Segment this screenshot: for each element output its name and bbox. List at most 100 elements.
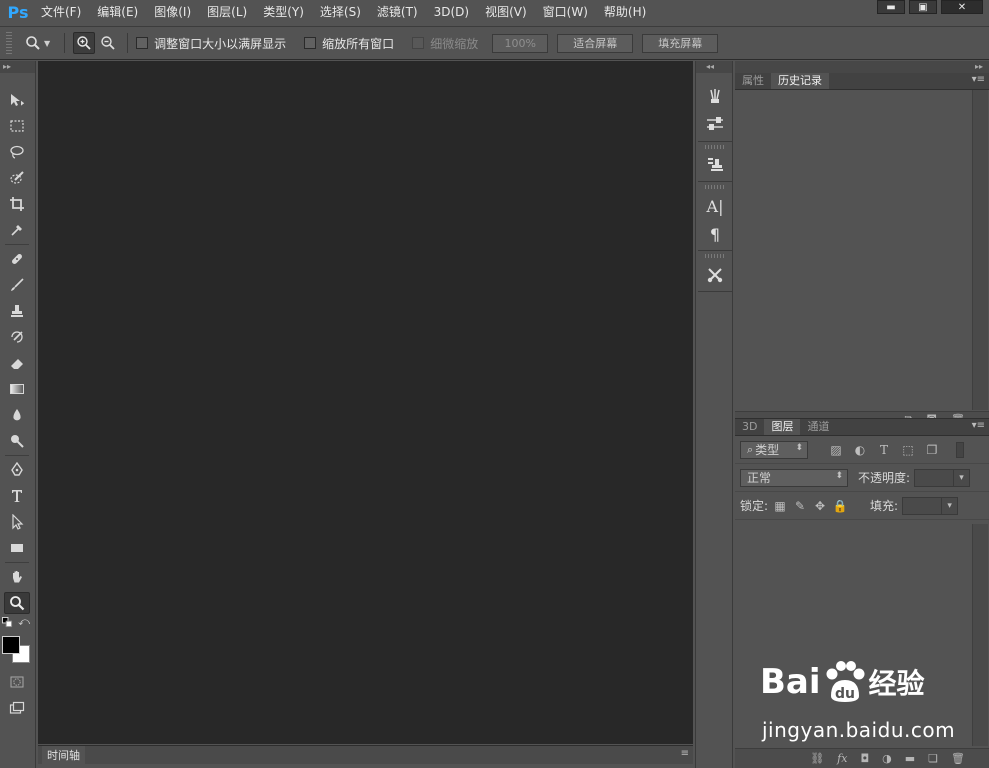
lock-label: 锁定: — [740, 499, 769, 513]
eraser-tool-icon[interactable] — [4, 352, 30, 374]
blend-mode-select[interactable]: 正常 ⬍ — [740, 468, 848, 487]
fill-label: 填充: — [870, 499, 899, 513]
resize-windows-checkbox[interactable] — [136, 37, 149, 49]
tab-properties[interactable]: 属性 — [735, 73, 771, 89]
move-tool-icon[interactable] — [4, 89, 30, 111]
filter-toggle-switch[interactable] — [956, 441, 964, 458]
dodge-tool-icon[interactable] — [4, 430, 30, 452]
menu-image[interactable]: 图像(I) — [146, 0, 199, 24]
tab-history[interactable]: 历史记录 — [771, 73, 829, 89]
fit-screen-button[interactable]: 适合屏幕 — [557, 33, 634, 53]
crop-tool-icon[interactable] — [4, 193, 30, 215]
options-bar-grip[interactable] — [6, 32, 12, 54]
menu-layer[interactable]: 图层(L) — [199, 0, 255, 24]
filter-adjustment-icon[interactable]: ◐ — [852, 442, 868, 458]
zoom-in-icon[interactable] — [73, 32, 96, 54]
collapse-dock-icon[interactable]: ◂◂ — [696, 61, 732, 73]
quick-selection-tool-icon[interactable] — [4, 167, 30, 189]
chevron-down-icon[interactable]: ▾ — [953, 469, 969, 486]
zoom-100-button[interactable]: 100% — [492, 33, 549, 53]
layers-panel-menu-icon[interactable]: ▾≡ — [972, 420, 985, 431]
delete-layer-icon[interactable]: 🗑 — [951, 752, 965, 765]
dock-group-grip[interactable] — [705, 145, 725, 149]
screen-mode-icon[interactable] — [4, 697, 30, 719]
chevron-down-icon[interactable]: ▾ — [941, 497, 957, 514]
type-tool-icon[interactable] — [4, 485, 30, 507]
filter-pixel-icon[interactable]: ▨ — [828, 442, 844, 458]
zoom-tool-preset-icon[interactable] — [22, 32, 44, 54]
baidu-logo: Bai du 经验 — [760, 661, 925, 702]
zoom-out-icon[interactable] — [97, 32, 119, 54]
tool-presets-icon[interactable] — [704, 264, 726, 286]
brush-tool-icon[interactable] — [4, 274, 30, 296]
zoom-tool-icon[interactable] — [4, 592, 30, 614]
pen-tool-icon[interactable] — [4, 459, 30, 481]
brush-settings-icon[interactable] — [704, 113, 726, 135]
quick-mask-icon[interactable] — [4, 671, 30, 693]
dock-group-grip[interactable] — [705, 185, 725, 189]
lock-image-pixels-icon[interactable]: ✎ — [792, 498, 808, 514]
menu-help[interactable]: 帮助(H) — [596, 0, 654, 24]
filter-type-icon[interactable]: T — [876, 442, 892, 458]
add-mask-icon[interactable]: ◘ — [860, 752, 869, 765]
timeline-tab[interactable]: 时间轴 — [42, 746, 85, 765]
menu-select[interactable]: 选择(S) — [312, 0, 369, 24]
preset-dropdown-icon[interactable]: ▼ — [44, 39, 50, 48]
lock-all-icon[interactable]: 🔒 — [832, 498, 848, 514]
maximize-button[interactable]: ▣ — [909, 0, 937, 14]
tab-3d[interactable]: 3D — [735, 419, 764, 435]
healing-brush-tool-icon[interactable] — [4, 248, 30, 270]
clone-stamp-tool-icon[interactable] — [4, 300, 30, 322]
scrubby-zoom-checkbox[interactable] — [412, 37, 425, 49]
menu-file[interactable]: 文件(F) — [33, 0, 89, 24]
fill-input[interactable]: ▾ — [902, 496, 959, 515]
character-panel-icon[interactable]: A| — [704, 195, 726, 217]
timeline-panel-menu-icon[interactable]: ≡ — [681, 748, 689, 759]
hand-tool-icon[interactable] — [4, 566, 30, 588]
menu-filter[interactable]: 滤镜(T) — [369, 0, 426, 24]
blur-tool-icon[interactable] — [4, 404, 30, 426]
lock-transparent-pixels-icon[interactable]: ▦ — [772, 498, 788, 514]
new-adjustment-layer-icon[interactable]: ◑ — [882, 752, 892, 765]
menu-3d[interactable]: 3D(D) — [426, 0, 477, 24]
gradient-tool-icon[interactable] — [4, 378, 30, 400]
layer-style-icon[interactable]: fx — [837, 752, 847, 765]
lasso-tool-icon[interactable] — [4, 141, 30, 163]
filter-smart-object-icon[interactable]: ❐ — [924, 442, 940, 458]
close-button[interactable]: ✕ — [941, 0, 983, 14]
layer-filter-select[interactable]: ⌕ 类型 ⬍ — [740, 440, 808, 459]
history-brush-tool-icon[interactable] — [4, 326, 30, 348]
tab-channels[interactable]: 通道 — [800, 419, 836, 435]
collapse-panels-icon[interactable]: ▸▸ — [735, 61, 989, 73]
document-canvas-area[interactable] — [38, 61, 693, 744]
fill-screen-button[interactable]: 填充屏幕 — [642, 33, 719, 53]
minimize-button[interactable]: ▬ — [877, 0, 905, 14]
new-layer-icon[interactable]: ❏ — [928, 752, 938, 765]
menu-view[interactable]: 视图(V) — [477, 0, 535, 24]
tab-layers[interactable]: 图层 — [764, 419, 801, 435]
menu-type[interactable]: 类型(Y) — [255, 0, 312, 24]
filter-shape-icon[interactable]: ⬚ — [900, 442, 916, 458]
menu-window[interactable]: 窗口(W) — [535, 0, 596, 24]
brush-presets-icon[interactable] — [704, 85, 726, 107]
expand-panel-icon[interactable]: ▸▸ — [0, 61, 35, 73]
opacity-input[interactable]: ▾ — [914, 468, 971, 487]
paragraph-panel-icon[interactable]: ¶ — [704, 223, 726, 245]
clone-source-icon[interactable] — [704, 153, 726, 175]
dock-group-grip[interactable] — [705, 254, 725, 258]
history-scrollbar[interactable] — [972, 90, 988, 410]
zoom-all-windows-checkbox[interactable] — [304, 37, 317, 49]
link-layers-icon[interactable]: ⛓ — [810, 752, 824, 765]
menu-edit[interactable]: 编辑(E) — [89, 0, 146, 24]
path-selection-tool-icon[interactable] — [4, 511, 30, 533]
swap-colors-icon[interactable]: ⤺ — [17, 615, 31, 628]
marquee-tool-icon[interactable] — [4, 115, 30, 137]
eyedropper-tool-icon[interactable] — [4, 219, 30, 241]
default-colors-icon[interactable] — [1, 616, 13, 628]
foreground-color-swatch[interactable] — [2, 636, 20, 654]
tools-panel: ▸▸ ⤺ — [0, 61, 36, 768]
rectangle-tool-icon[interactable] — [4, 537, 30, 559]
history-panel-menu-icon[interactable]: ▾≡ — [972, 74, 985, 85]
new-group-icon[interactable]: ▬ — [905, 752, 915, 765]
lock-position-icon[interactable]: ✥ — [812, 498, 828, 514]
